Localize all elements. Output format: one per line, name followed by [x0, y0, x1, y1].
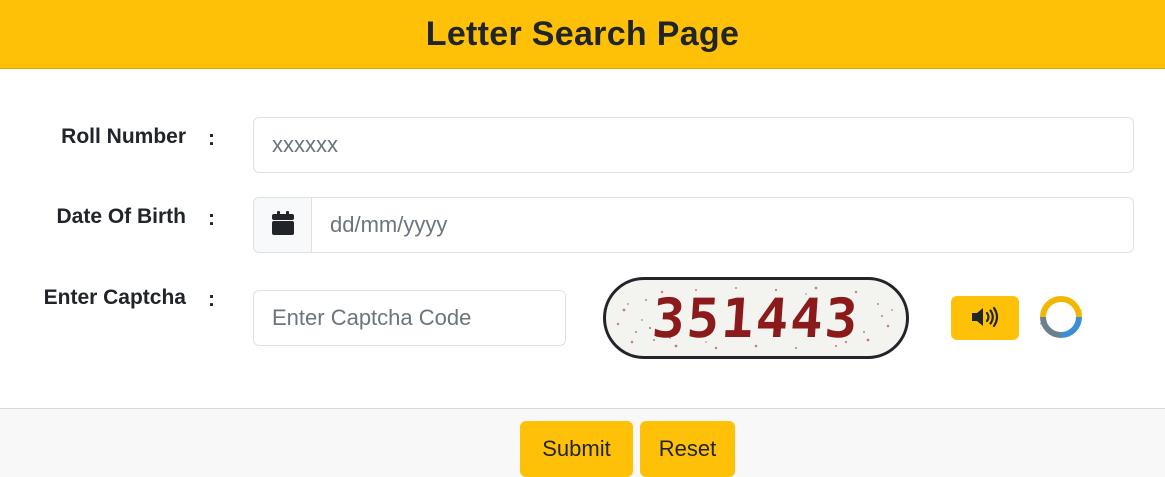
page-header: Letter Search Page — [0, 0, 1165, 69]
roll-number-colon: : — [208, 127, 215, 150]
refresh-icon — [1038, 294, 1084, 343]
captcha-refresh-button[interactable] — [1037, 294, 1085, 342]
captcha-label: Enter Captcha — [43, 286, 186, 309]
submit-button[interactable]: Submit — [520, 421, 633, 477]
roll-number-label: Roll Number — [61, 125, 186, 148]
dob-addon[interactable] — [253, 197, 311, 253]
form-footer: Submit Reset — [0, 408, 1165, 477]
dob-label: Date Of Birth — [56, 205, 186, 228]
page-title: Letter Search Page — [425, 14, 740, 53]
captcha-colon: : — [208, 288, 215, 311]
captcha-input[interactable] — [253, 290, 566, 346]
dob-input[interactable] — [311, 197, 1134, 253]
speaker-icon — [970, 306, 1000, 331]
captcha-code-text: 351443 — [650, 286, 862, 350]
calendar-icon — [271, 210, 294, 240]
roll-number-row: Roll Number : — [0, 117, 1165, 173]
roll-number-input[interactable] — [253, 117, 1134, 173]
dob-colon: : — [208, 207, 215, 230]
reset-button[interactable]: Reset — [640, 421, 735, 477]
captcha-row: Enter Captcha : 351443 — [0, 277, 1165, 361]
dob-row: Date Of Birth : — [0, 197, 1165, 253]
captcha-image: 351443 — [603, 277, 909, 359]
dob-input-group — [253, 197, 1134, 253]
captcha-audio-button[interactable] — [951, 296, 1019, 340]
